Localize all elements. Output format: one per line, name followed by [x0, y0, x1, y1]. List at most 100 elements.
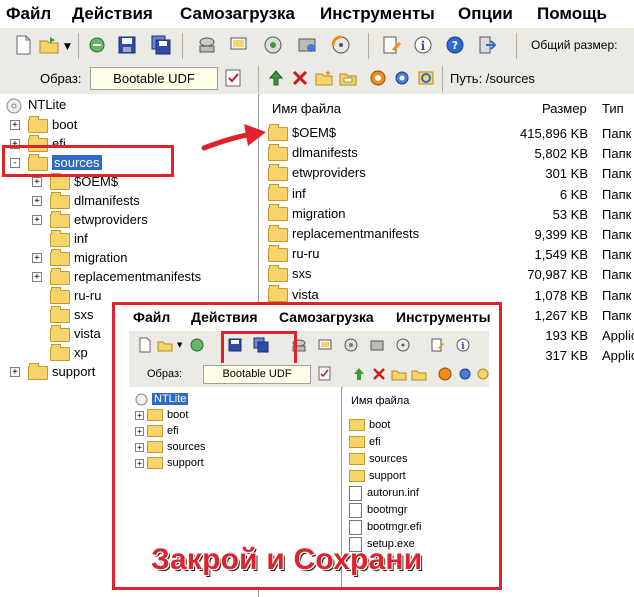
- image-field[interactable]: Bootable UDF: [90, 67, 218, 90]
- inset-chevron-down-icon[interactable]: ▼: [177, 341, 182, 349]
- inset-info-icon[interactable]: i: [455, 337, 471, 353]
- exit-icon[interactable]: [476, 34, 498, 56]
- inset-expand-icon[interactable]: +: [135, 443, 144, 452]
- expand-icon[interactable]: +: [32, 177, 42, 187]
- tree-item-boot[interactable]: boot: [28, 115, 77, 134]
- file-row[interactable]: etwproviders 301 KB Папк: [268, 163, 634, 184]
- file-row[interactable]: ru-ru 1,549 KB Папк: [268, 244, 634, 265]
- inset-menu-autostart[interactable]: Самозагрузка: [279, 309, 374, 325]
- inset-tree-item[interactable]: efi: [147, 423, 179, 439]
- help-icon[interactable]: ?: [444, 34, 466, 56]
- inset-open-folder-icon[interactable]: [157, 337, 173, 353]
- menu-help[interactable]: Помощь: [537, 4, 607, 24]
- tree-item-sxs[interactable]: sxs: [50, 305, 94, 324]
- tree-item-support[interactable]: support: [28, 362, 95, 381]
- inset-image-field[interactable]: Bootable UDF: [203, 365, 311, 384]
- file-row[interactable]: $OEM$ 415,896 KB Папк: [268, 123, 634, 144]
- inset-list-item[interactable]: efi: [349, 434, 381, 450]
- inset-up-arrow-icon[interactable]: [351, 366, 367, 382]
- info-icon[interactable]: i: [412, 34, 434, 56]
- inset-list-item[interactable]: support: [349, 468, 406, 484]
- inset-image-check-icon[interactable]: [317, 366, 332, 381]
- inset-mount-icon[interactable]: [343, 337, 359, 353]
- tree-root[interactable]: NTLite: [6, 96, 66, 114]
- inset-col-header-name[interactable]: Имя файла: [351, 395, 409, 407]
- expand-icon[interactable]: +: [10, 120, 20, 130]
- settings-gear-icon[interactable]: [392, 68, 412, 88]
- delete-icon[interactable]: [290, 68, 310, 88]
- new-folder-icon[interactable]: [314, 68, 334, 88]
- tree-item-migration[interactable]: migration: [50, 248, 127, 267]
- inset-menu-file[interactable]: Файл: [133, 309, 170, 325]
- refresh-icon[interactable]: [416, 68, 436, 88]
- inset-list-item[interactable]: sources: [349, 451, 408, 467]
- file-row[interactable]: replacementmanifests 9,399 KB Папк: [268, 224, 634, 245]
- rename-folder-icon[interactable]: [338, 68, 358, 88]
- file-row[interactable]: sxs 70,987 KB Папк: [268, 264, 634, 285]
- expand-icon[interactable]: +: [10, 367, 20, 377]
- save-icon[interactable]: [116, 34, 138, 56]
- inset-list-item[interactable]: bootmgr: [349, 502, 407, 518]
- recycle-icon[interactable]: [86, 34, 108, 56]
- inset-menu-tools[interactable]: Инструменты: [396, 309, 491, 325]
- menu-options[interactable]: Опции: [458, 4, 513, 24]
- inset-extract-icon[interactable]: [437, 366, 453, 382]
- inset-new-file-icon[interactable]: [137, 337, 153, 353]
- inset-rename-folder-icon[interactable]: [411, 366, 427, 382]
- image-list-icon[interactable]: [228, 34, 250, 56]
- inset-new-folder-icon[interactable]: [391, 366, 407, 382]
- inset-unmount-icon[interactable]: [369, 337, 385, 353]
- inset-list-item[interactable]: boot: [349, 417, 390, 433]
- tree-item-etwproviders[interactable]: etwproviders: [50, 210, 148, 229]
- expand-icon[interactable]: +: [32, 272, 42, 282]
- tree-item-xp[interactable]: xp: [50, 343, 88, 362]
- inset-image-list-icon[interactable]: [317, 337, 333, 353]
- col-header-type[interactable]: Тип: [602, 101, 624, 116]
- inset-list-item[interactable]: bootmgr.efi: [349, 519, 421, 535]
- inset-expand-icon[interactable]: +: [135, 427, 144, 436]
- inset-settings-gear-icon[interactable]: [457, 366, 473, 382]
- tree-item-ru-ru[interactable]: ru-ru: [50, 286, 101, 305]
- unmount-icon[interactable]: [296, 34, 318, 56]
- tree-item-inf[interactable]: inf: [50, 229, 88, 248]
- inset-tree-item[interactable]: boot: [147, 407, 188, 423]
- menu-actions[interactable]: Действия: [72, 4, 153, 24]
- inset-tree-root[interactable]: NTLite: [135, 391, 189, 407]
- inset-delete-icon[interactable]: [371, 366, 387, 382]
- chevron-down-icon[interactable]: ▼: [64, 42, 71, 52]
- menu-autostart[interactable]: Самозагрузка: [180, 4, 295, 24]
- menu-file[interactable]: Файл: [6, 4, 51, 24]
- menu-tools[interactable]: Инструменты: [320, 4, 435, 24]
- inset-expand-icon[interactable]: +: [135, 459, 144, 468]
- inset-menu-actions[interactable]: Действия: [191, 309, 258, 325]
- extract-icon[interactable]: [368, 68, 388, 88]
- inset-edit-icon[interactable]: [429, 337, 445, 353]
- tree-item-dlmanifests[interactable]: dlmanifests: [50, 191, 140, 210]
- file-row[interactable]: migration 53 KB Папк: [268, 204, 634, 225]
- expand-icon[interactable]: +: [32, 253, 42, 263]
- tree-item-replacementmanifests[interactable]: replacementmanifests: [50, 267, 201, 286]
- tree-item-vista[interactable]: vista: [50, 324, 101, 343]
- col-header-name[interactable]: Имя файла: [272, 101, 341, 116]
- disc-burn-icon[interactable]: [330, 34, 352, 56]
- inset-refresh-icon[interactable]: [475, 366, 489, 382]
- file-row[interactable]: dlmanifests 5,802 KB Папк: [268, 143, 634, 164]
- col-header-size[interactable]: Размер: [542, 101, 587, 116]
- inset-tree-item[interactable]: support: [147, 455, 204, 471]
- expand-icon[interactable]: +: [32, 215, 42, 225]
- inset-recycle-icon[interactable]: [189, 337, 205, 353]
- image-check-icon[interactable]: [224, 69, 242, 87]
- open-folder-icon[interactable]: [38, 34, 60, 56]
- inset-disc-burn-icon[interactable]: [395, 337, 411, 353]
- inset-tree-item[interactable]: sources: [147, 439, 206, 455]
- edit-icon[interactable]: [380, 34, 402, 56]
- expand-icon[interactable]: +: [32, 196, 42, 206]
- drive-icon[interactable]: [196, 34, 218, 56]
- file-row[interactable]: inf 6 KB Папк: [268, 184, 634, 205]
- save-all-icon[interactable]: [150, 34, 172, 56]
- new-file-icon[interactable]: [12, 34, 34, 56]
- mount-icon[interactable]: [262, 34, 284, 56]
- inset-list-item[interactable]: autorun.inf: [349, 485, 419, 501]
- inset-expand-icon[interactable]: +: [135, 411, 144, 420]
- up-arrow-icon[interactable]: [266, 68, 286, 88]
